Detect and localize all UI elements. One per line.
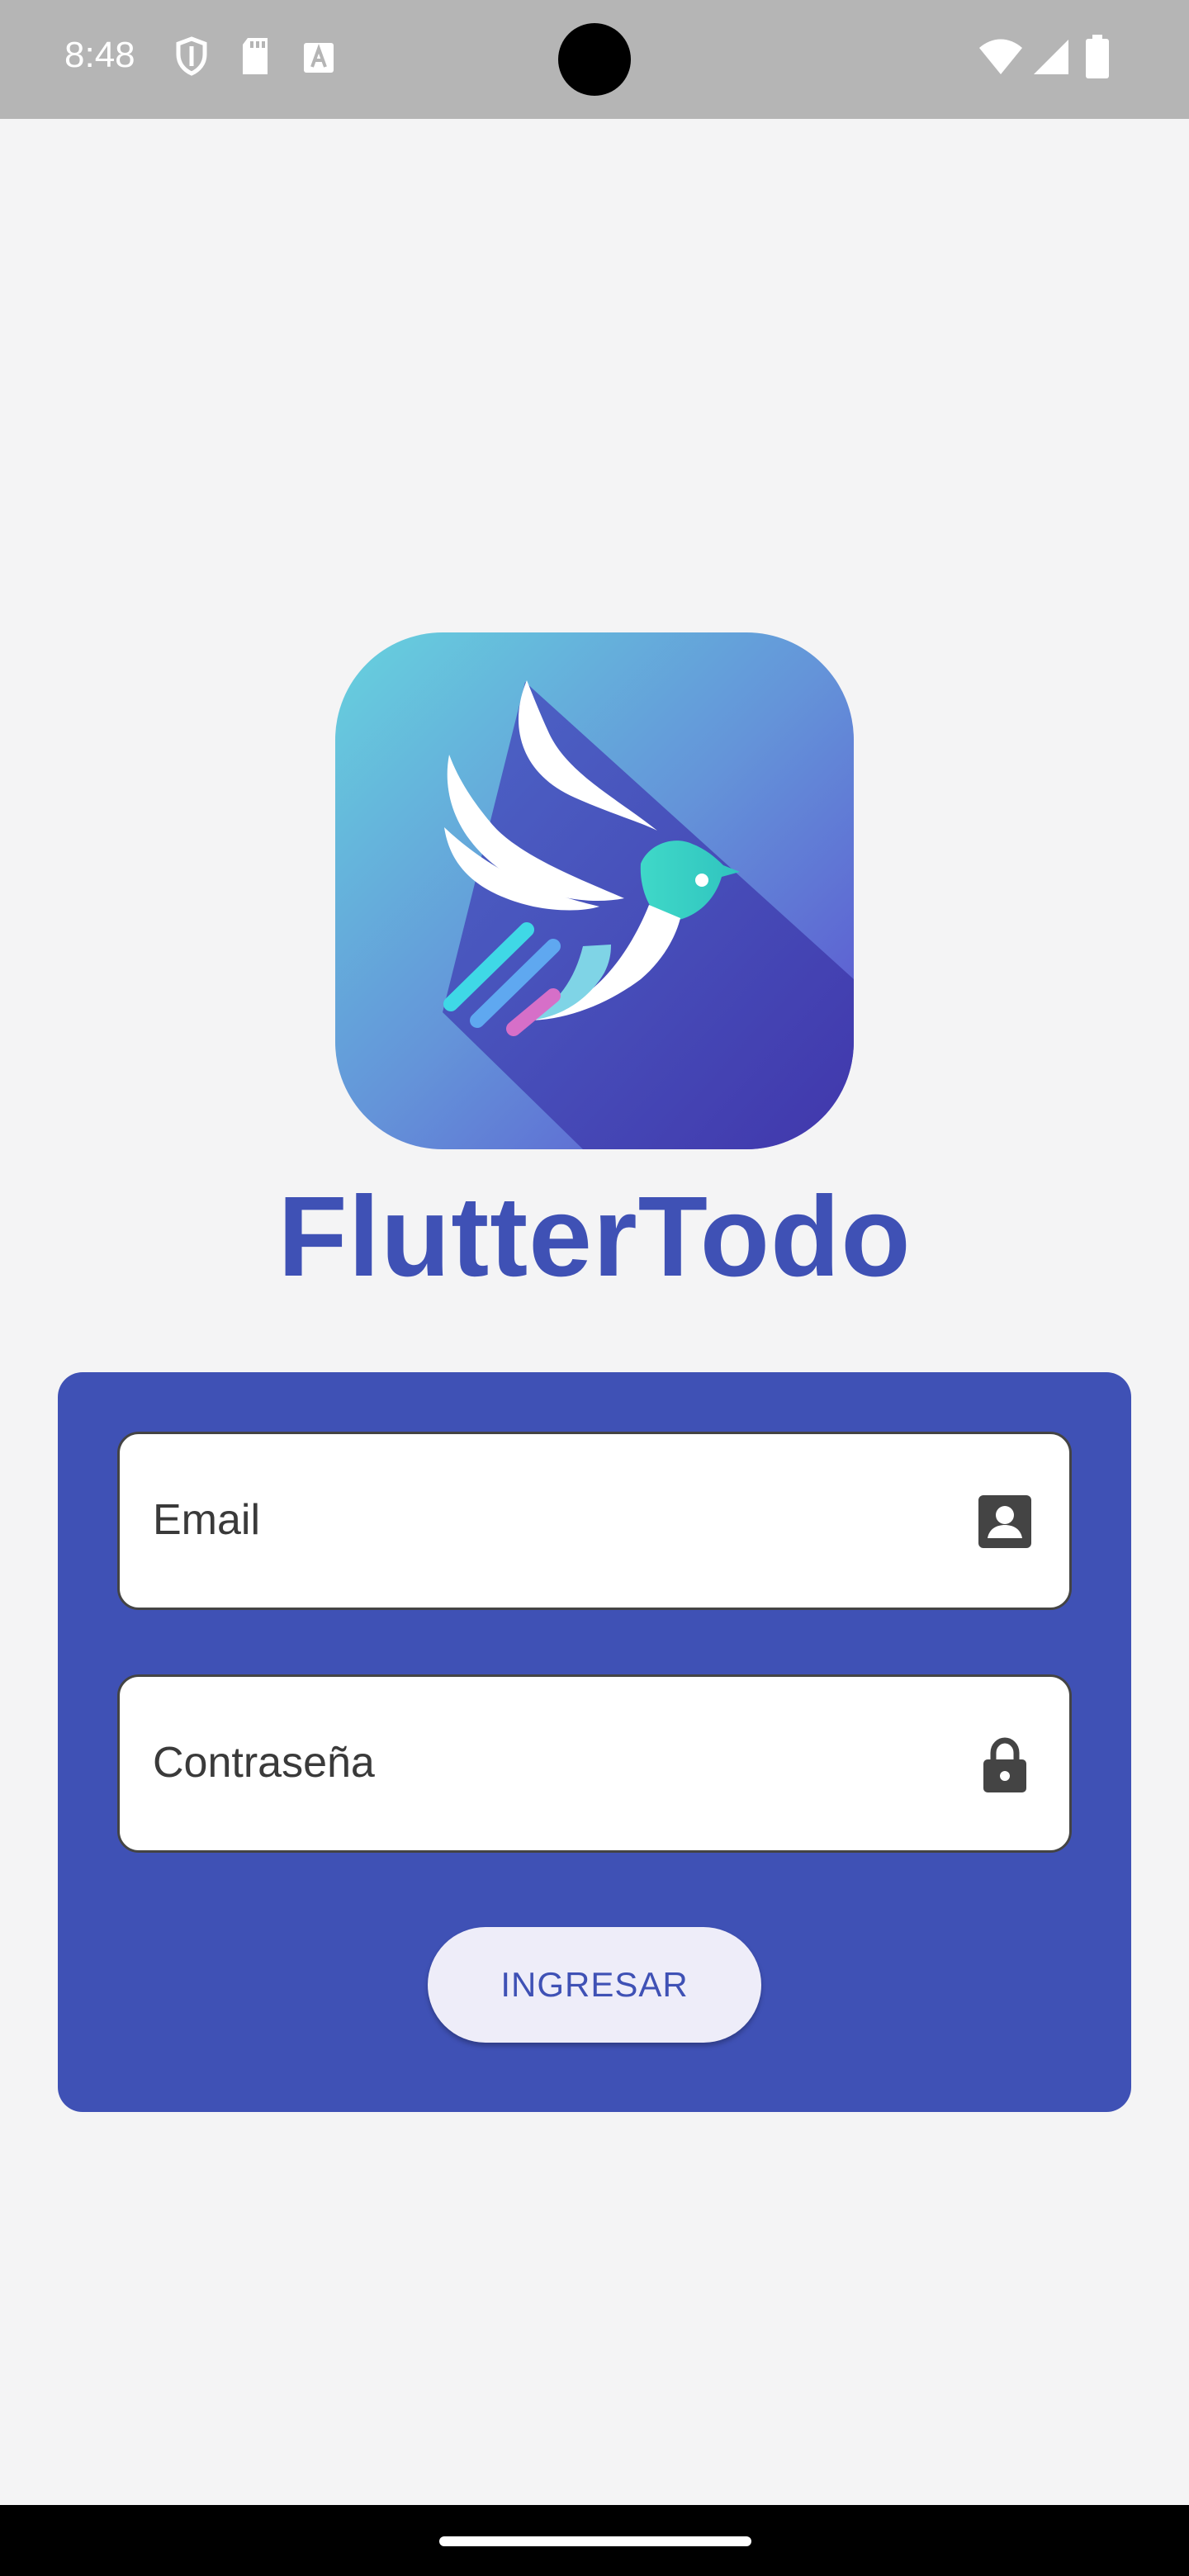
password-placeholder: Contraseña — [153, 1739, 375, 1787]
shield-icon — [176, 36, 207, 76]
email-field[interactable]: Email — [117, 1432, 1072, 1610]
signal-icon — [1034, 40, 1068, 74]
lock-icon — [983, 1737, 1026, 1792]
sd-card-icon — [243, 38, 268, 74]
app-name: FlutterTodo — [277, 1173, 912, 1300]
front-camera — [558, 23, 631, 96]
status-time: 8:48 — [64, 35, 135, 75]
status-bar: 8:48 — [0, 0, 1189, 119]
home-gesture-handle[interactable] — [439, 2536, 751, 2546]
bird-logo-icon — [335, 632, 854, 1149]
wifi-icon — [979, 39, 1022, 74]
password-field[interactable]: Contraseña — [117, 1674, 1072, 1853]
battery-icon — [1086, 35, 1109, 78]
contact-card-icon — [978, 1495, 1031, 1548]
a-notification-icon — [304, 43, 334, 73]
login-card: Email Contraseña INGRESAR — [58, 1372, 1131, 2112]
submit-button[interactable]: INGRESAR — [428, 1927, 761, 2043]
email-placeholder: Email — [153, 1496, 261, 1544]
navigation-bar — [0, 2505, 1189, 2576]
